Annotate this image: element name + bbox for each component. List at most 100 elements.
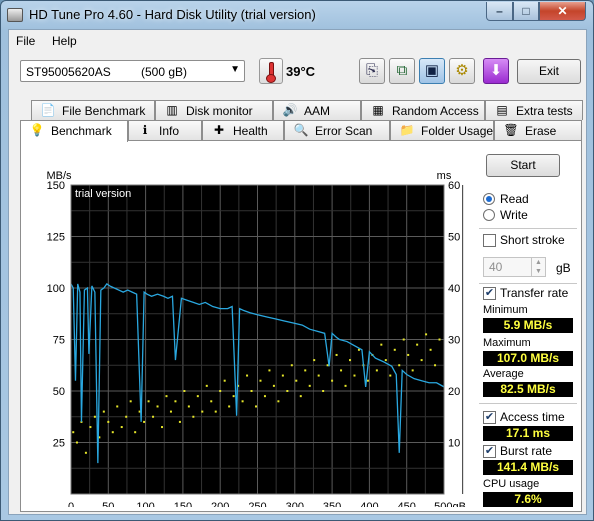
x-tick-label: 50 bbox=[102, 501, 114, 507]
access-time-point bbox=[402, 338, 405, 341]
watermark-label: trial version bbox=[75, 188, 131, 200]
access-time-point bbox=[147, 400, 150, 403]
burst-rate-value: 141.4 MB/s bbox=[483, 460, 573, 475]
access-time-point bbox=[295, 379, 298, 382]
title-bar[interactable]: HD Tune Pro 4.60 - Hard Disk Utility (tr… bbox=[1, 1, 593, 29]
close-button[interactable]: ✕ bbox=[539, 2, 586, 21]
access-time-point bbox=[111, 431, 114, 434]
access-time-point bbox=[156, 405, 159, 408]
tab-label: Benchmark bbox=[51, 124, 112, 138]
access-time-point bbox=[299, 395, 302, 398]
access-time-checkbox[interactable]: ✔ bbox=[483, 411, 496, 424]
minimize-button[interactable]: – bbox=[486, 2, 513, 21]
write-radio[interactable] bbox=[483, 209, 495, 221]
client-area: File Help ST95005620AS (500 gB) ▼ 39°C ⎘… bbox=[8, 29, 587, 515]
x-tick-label: 0 bbox=[68, 501, 74, 507]
tab-label: Error Scan bbox=[315, 124, 373, 138]
divider bbox=[479, 228, 577, 229]
spin-up-icon[interactable]: ▲ bbox=[531, 258, 545, 267]
benchmark-chart: 0 50 100 150 200 250 300 350 400 450 500gB15012510… bbox=[46, 170, 466, 507]
tab-random-access[interactable]: ▦ Random Access bbox=[361, 100, 485, 120]
access-time-point bbox=[169, 410, 172, 413]
access-time-value: 17.1 ms bbox=[483, 426, 573, 441]
x-tick-label: 100 bbox=[136, 501, 154, 507]
start-button[interactable]: Start bbox=[486, 154, 560, 177]
tab-info[interactable]: ℹ Info bbox=[128, 120, 202, 140]
drive-select[interactable]: ST95005620AS (500 gB) ▼ bbox=[20, 60, 245, 82]
access-time-point bbox=[281, 374, 284, 377]
access-time-point bbox=[174, 400, 177, 403]
tab-health[interactable]: ✚ Health bbox=[202, 120, 284, 140]
menu-help[interactable]: Help bbox=[52, 34, 77, 48]
short-stroke-checkbox[interactable] bbox=[483, 234, 496, 247]
folder-icon: 📁 bbox=[399, 123, 415, 137]
transfer-rate-checkbox[interactable]: ✔ bbox=[483, 287, 496, 300]
access-time-point bbox=[205, 384, 208, 387]
burst-rate-checkbox[interactable]: ✔ bbox=[483, 445, 496, 458]
access-time-point bbox=[438, 338, 441, 341]
tab-extra-tests[interactable]: ▤ Extra tests bbox=[485, 100, 583, 120]
tab-disk-monitor[interactable]: ▥ Disk monitor bbox=[155, 100, 273, 120]
app-window: HD Tune Pro 4.60 - Hard Disk Utility (tr… bbox=[0, 0, 594, 521]
access-time-point bbox=[277, 400, 280, 403]
tab-label: AAM bbox=[304, 104, 331, 118]
maximize-button[interactable]: □ bbox=[513, 2, 539, 21]
file-benchmark-icon: 📄 bbox=[40, 103, 56, 117]
access-time-point bbox=[353, 374, 356, 377]
tab-benchmark[interactable]: 💡 Benchmark bbox=[20, 120, 128, 142]
access-time-point bbox=[183, 390, 186, 392]
access-time-point bbox=[219, 390, 222, 392]
access-time-point bbox=[411, 369, 414, 372]
access-time-point bbox=[246, 374, 249, 377]
read-label: Read bbox=[500, 192, 529, 206]
copy-text-icon[interactable]: ⎘ bbox=[359, 58, 385, 84]
extra-tests-icon: ▤ bbox=[496, 103, 508, 117]
tab-error-scan[interactable]: 🔍 Error Scan bbox=[284, 120, 390, 140]
x-tick-label: 250 bbox=[248, 501, 266, 507]
access-time-point bbox=[290, 364, 293, 367]
tab-erase[interactable]: 🗑 Erase bbox=[494, 120, 582, 140]
access-time-point bbox=[84, 451, 87, 454]
drive-name: ST95005620AS bbox=[26, 65, 111, 79]
access-time-point bbox=[125, 415, 128, 418]
spin-down-icon[interactable]: ▼ bbox=[531, 267, 545, 276]
access-time-point bbox=[178, 420, 181, 423]
x-tick-label: 500gB bbox=[434, 501, 466, 507]
tab-aam[interactable]: 🔊 AAM bbox=[273, 100, 361, 120]
tab-file-benchmark[interactable]: 📄 File Benchmark bbox=[31, 100, 155, 120]
error-scan-icon: 🔍 bbox=[293, 123, 309, 137]
health-icon: ✚ bbox=[213, 123, 225, 137]
y-left-tick-label: 25 bbox=[53, 438, 65, 450]
menu-bar: File Help bbox=[9, 30, 586, 52]
window-title: HD Tune Pro 4.60 - Hard Disk Utility (tr… bbox=[29, 7, 316, 22]
y-left-tick-label: 75 bbox=[53, 335, 65, 347]
access-time-point bbox=[89, 426, 92, 429]
access-time-point bbox=[120, 426, 123, 429]
chevron-down-icon: ▼ bbox=[230, 64, 240, 75]
read-radio[interactable] bbox=[483, 193, 495, 205]
short-stroke-stepper[interactable]: 40 ▲ ▼ bbox=[483, 257, 546, 277]
temperature-value: 39°C bbox=[286, 64, 316, 79]
tab-folder-usage[interactable]: 📁 Folder Usage bbox=[390, 120, 494, 140]
x-tick-label: 200 bbox=[211, 501, 229, 507]
access-time-point bbox=[192, 415, 195, 418]
average-value: 82.5 MB/s bbox=[483, 382, 573, 397]
exit-button[interactable]: Exit bbox=[517, 59, 581, 84]
options-icon[interactable]: ⚙ bbox=[449, 58, 475, 84]
access-time-point bbox=[143, 420, 146, 423]
access-time-point bbox=[349, 359, 352, 362]
access-time-point bbox=[165, 395, 168, 398]
download-icon[interactable]: ⬇ bbox=[483, 58, 509, 84]
copy-screenshot-icon[interactable]: ⧉ bbox=[389, 58, 415, 84]
save-icon[interactable]: ▣ bbox=[419, 58, 445, 84]
menu-file[interactable]: File bbox=[16, 34, 35, 48]
access-time-point bbox=[398, 364, 401, 367]
disk-monitor-icon: ▥ bbox=[166, 103, 178, 117]
access-time-point bbox=[384, 359, 387, 362]
access-time-point bbox=[196, 395, 199, 398]
transfer-rate-label: Transfer rate bbox=[500, 286, 569, 300]
access-time-point bbox=[116, 405, 119, 408]
access-time-point bbox=[93, 415, 96, 418]
access-time-point bbox=[313, 359, 316, 362]
access-time-point bbox=[152, 415, 155, 418]
